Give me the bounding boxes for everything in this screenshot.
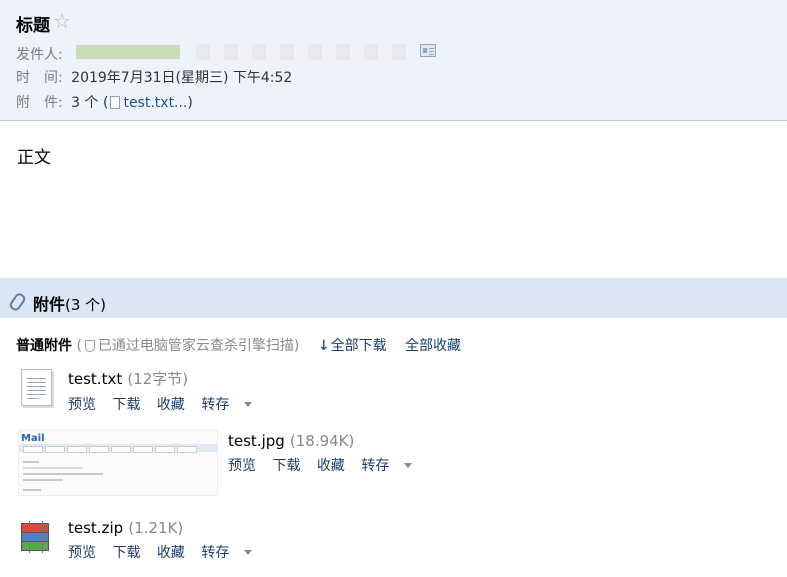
contact-card-icon[interactable]: [420, 44, 436, 57]
save-to-label: 转存: [201, 397, 230, 413]
preview-link[interactable]: 预览: [68, 545, 96, 561]
attach-paren-open: (: [102, 95, 109, 111]
collect-all-button[interactable]: 全部收藏: [405, 338, 461, 354]
preview-link[interactable]: 预览: [68, 397, 96, 413]
shield-icon: [84, 340, 95, 352]
scan-note-text: 已通过电脑管家云查杀引擎扫描: [97, 338, 294, 354]
file-name[interactable]: test.txt: [68, 370, 122, 388]
save-to-label: 转存: [361, 458, 390, 474]
normal-attachments-row: 普通附件 ( 已通过电脑管家云查杀引擎扫描) ↓全部下载 全部收藏: [16, 335, 461, 355]
attachment-item: test.jpg (18.94K) 预览 下载 收藏 转存: [228, 431, 424, 475]
attachment-item: test.zip (1.21K) 预览 下载 收藏 转存: [68, 518, 264, 562]
save-to-dropdown[interactable]: 转存: [201, 545, 253, 561]
scan-note: ( 已通过电脑管家云查杀引擎扫描): [76, 338, 303, 354]
save-to-dropdown[interactable]: 转存: [361, 458, 413, 474]
attachments-bar: [0, 278, 787, 318]
download-all-label: 全部下载: [330, 338, 387, 354]
attach-first-link[interactable]: test.txt...: [123, 95, 187, 111]
attach-summary-row: 附 件: 3 个 ( test.txt...): [16, 92, 193, 112]
save-to-label: 转存: [201, 545, 230, 561]
attachments-count: (3 个): [65, 296, 107, 314]
zip-archive-icon[interactable]: [21, 519, 55, 557]
file-size: (1.21K): [128, 519, 184, 537]
save-to-dropdown[interactable]: 转存: [201, 397, 253, 413]
file-name[interactable]: test.jpg: [228, 432, 285, 450]
thumbnail-logo: Mail: [21, 433, 45, 444]
collect-link[interactable]: 收藏: [317, 458, 345, 474]
caret-down-icon: [244, 550, 253, 555]
attachments-title: 附件(3 个): [33, 291, 106, 315]
file-size: (18.94K): [289, 432, 355, 450]
file-size: (12字节): [127, 370, 189, 388]
collect-link[interactable]: 收藏: [157, 397, 185, 413]
mail-subject: 标题: [16, 16, 50, 36]
sender-row: 发件人:: [16, 44, 63, 64]
download-arrow-icon: ↓: [317, 338, 330, 354]
caret-down-icon: [244, 402, 253, 407]
time-row: 时 间: 2019年7月31日(星期三) 下午4:52: [16, 67, 292, 87]
caret-down-icon: [404, 463, 413, 468]
preview-link[interactable]: 预览: [228, 458, 256, 474]
download-link[interactable]: 下载: [112, 397, 140, 413]
attach-label: 附 件:: [16, 95, 63, 111]
download-link[interactable]: 下载: [272, 458, 300, 474]
attach-count: 3 个: [71, 95, 99, 111]
time-value: 2019年7月31日(星期三) 下午4:52: [71, 70, 293, 86]
attach-paren-close: ): [187, 95, 193, 111]
mail-body: 正文: [17, 148, 51, 168]
scan-paren-close: ): [293, 338, 300, 354]
file-name[interactable]: test.zip: [68, 519, 123, 537]
attachments-title-text: 附件: [33, 295, 66, 314]
image-thumbnail[interactable]: Mail: [18, 430, 218, 496]
document-icon: [110, 96, 121, 109]
attachment-item: test.txt (12字节) 预览 下载 收藏 转存: [68, 368, 264, 414]
text-file-icon[interactable]: [21, 369, 52, 406]
time-label: 时 间:: [16, 70, 63, 86]
normal-attachments-label: 普通附件: [16, 338, 72, 354]
download-all-button[interactable]: ↓全部下载: [318, 338, 387, 354]
sender-label: 发件人:: [16, 47, 63, 63]
collect-link[interactable]: 收藏: [157, 545, 185, 561]
star-outline-icon[interactable]: ☆: [53, 9, 71, 33]
download-link[interactable]: 下载: [112, 545, 140, 561]
scan-paren-open: (: [76, 338, 82, 354]
sender-name-redacted[interactable]: [76, 45, 180, 59]
sender-address-redacted: [196, 44, 408, 60]
